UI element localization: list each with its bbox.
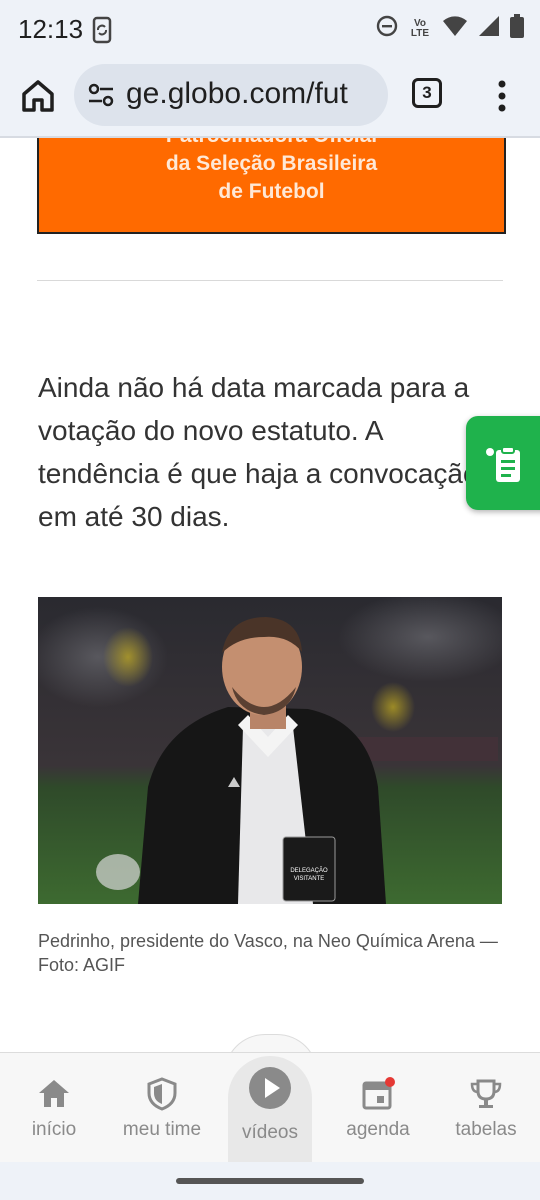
address-bar[interactable]: ge.globo.com/fut bbox=[74, 64, 388, 126]
paragraph-line: em até 30 dias. bbox=[38, 501, 230, 532]
volte-label-top: Vo bbox=[413, 17, 427, 29]
url-text[interactable]: ge.globo.com/fut bbox=[126, 77, 348, 111]
clipboard-list-icon bbox=[484, 444, 524, 489]
photo-of-man-in-black-jacket: DELEGAÇÃO VISITANTE bbox=[38, 597, 502, 904]
photo-caption: Pedrinho, presidente do Vasco, na Neo Qu… bbox=[38, 931, 498, 975]
browser-toolbar: ge.globo.com/fut 3 bbox=[0, 60, 540, 136]
nav-item-agenda[interactable]: agenda bbox=[324, 1053, 432, 1163]
status-time: 12:13 bbox=[18, 14, 84, 44]
badge-text: DELEGAÇÃO bbox=[290, 867, 328, 874]
battery-icon bbox=[510, 14, 524, 43]
phone-sync-icon bbox=[92, 16, 112, 49]
nav-item-meu-time[interactable]: meu time bbox=[108, 1053, 216, 1163]
home-icon[interactable] bbox=[18, 76, 58, 116]
trophy-icon bbox=[469, 1077, 503, 1117]
ad-line: Patrocinadora Oficial bbox=[39, 138, 504, 148]
shield-icon bbox=[147, 1077, 177, 1117]
cellular-signal-icon bbox=[478, 15, 500, 42]
wifi-icon bbox=[442, 15, 468, 42]
tune-icon[interactable] bbox=[88, 83, 114, 112]
ad-line: de Futebol bbox=[218, 180, 325, 203]
nav-item-videos-active[interactable]: vídeos bbox=[228, 1056, 312, 1162]
article-divider bbox=[37, 280, 503, 281]
nav-label: início bbox=[31, 1119, 77, 1140]
nav-label: tabelas bbox=[455, 1119, 517, 1140]
paragraph-line: Ainda não há data marcada para a bbox=[38, 372, 470, 403]
calendar-icon bbox=[361, 1077, 395, 1117]
nav-label: agenda bbox=[346, 1119, 410, 1140]
volte-label-bottom: LTE bbox=[410, 27, 430, 39]
floating-clipboard-button[interactable] bbox=[466, 416, 540, 510]
paragraph-line: tendência é que haja a convocação bbox=[38, 458, 479, 489]
status-bar: 12:13 Vo LTE bbox=[0, 0, 540, 60]
ad-line: da Seleção Brasileira bbox=[165, 152, 378, 175]
nav-item-tabelas[interactable]: tabelas bbox=[432, 1053, 540, 1163]
status-icons: Vo LTE bbox=[376, 14, 524, 43]
nav-item-inicio[interactable]: início bbox=[0, 1053, 108, 1163]
play-circle-icon bbox=[248, 1066, 292, 1115]
article-photo[interactable]: DELEGAÇÃO VISITANTE bbox=[38, 597, 502, 904]
more-vert-icon[interactable] bbox=[494, 78, 510, 114]
home-icon bbox=[37, 1077, 71, 1115]
tab-switcher-button[interactable]: 3 bbox=[412, 78, 442, 108]
ad-banner[interactable]: Patrocinadora Oficial da Seleção Brasile… bbox=[37, 138, 506, 234]
nav-label: vídeos bbox=[242, 1122, 298, 1143]
article-paragraph: Ainda não há data marcada para a votação… bbox=[38, 366, 518, 538]
nav-label: meu time bbox=[122, 1119, 202, 1140]
paragraph-line: votação do novo estatuto. A bbox=[38, 415, 384, 446]
badge-text: VISITANTE bbox=[294, 876, 325, 882]
volte-icon: Vo LTE bbox=[408, 17, 432, 39]
do-not-disturb-icon bbox=[376, 15, 398, 42]
gesture-handle[interactable] bbox=[176, 1178, 364, 1184]
